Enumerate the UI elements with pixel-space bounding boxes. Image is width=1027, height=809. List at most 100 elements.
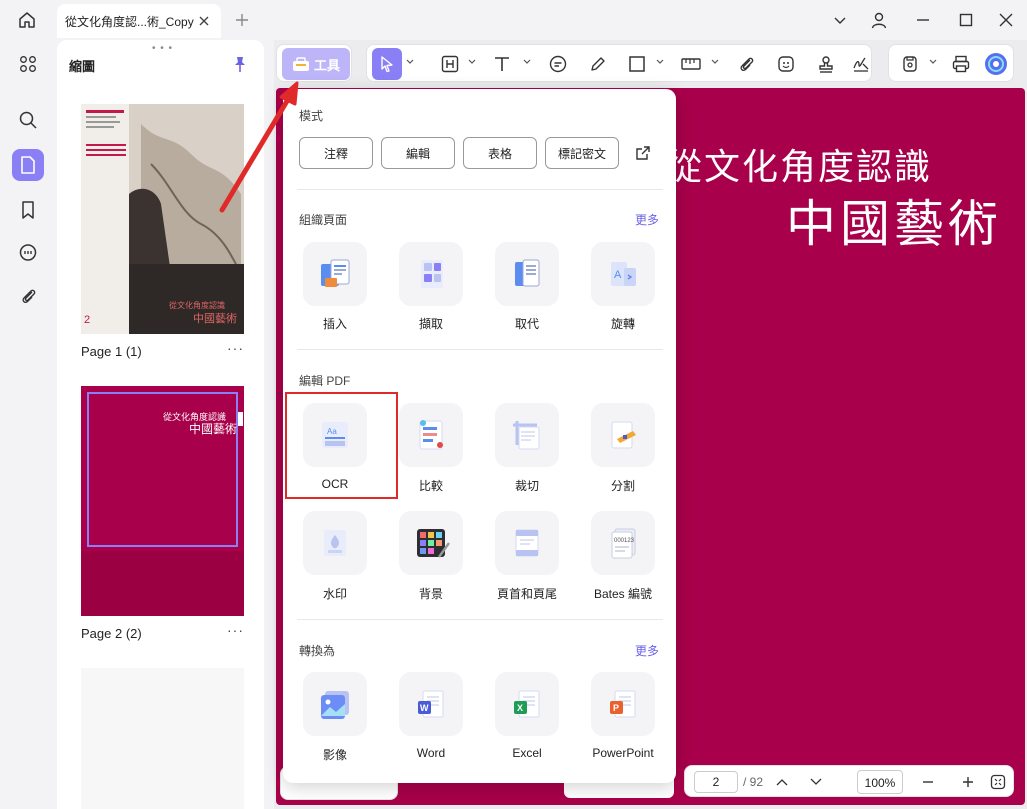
- convert-powerpoint-tile[interactable]: P: [591, 672, 655, 736]
- sticker-tool-button[interactable]: [773, 51, 799, 77]
- bookmark-icon: [22, 201, 34, 219]
- window-close-button[interactable]: [993, 8, 1019, 32]
- home-button[interactable]: [12, 7, 42, 33]
- tools-dropdown-panel: 模式 注釋 編輯 表格 標記密文 組織頁面 更多 插入 擷取 取代 A 旋轉 編…: [283, 89, 676, 783]
- measure-tool-caret[interactable]: [711, 58, 719, 66]
- ruler-icon: [681, 58, 701, 70]
- compare-tool-tile[interactable]: [399, 403, 463, 467]
- rail-apps-button[interactable]: [12, 48, 44, 80]
- insert-tool-label: 插入: [322, 317, 347, 331]
- sticker-icon: [778, 56, 794, 72]
- rotate-tool-tile[interactable]: A: [591, 242, 655, 306]
- maximize-icon: [959, 13, 973, 27]
- bates-tool-tile[interactable]: 000123: [591, 511, 655, 575]
- document-tab[interactable]: 從文化角度認...術_Copy: [57, 4, 221, 38]
- previous-page-button[interactable]: [773, 773, 791, 791]
- page-2-thumbnail[interactable]: 從文化角度認識 中國藝術: [81, 386, 244, 616]
- close-icon: [199, 16, 209, 26]
- crop-tool-tile[interactable]: [495, 403, 559, 467]
- compare-tool-label: 比較: [418, 479, 443, 493]
- insert-tool-tile[interactable]: [303, 242, 367, 306]
- paperclip-icon: [22, 289, 36, 304]
- split-tool-label: 分割: [610, 479, 635, 493]
- account-button[interactable]: [866, 8, 892, 32]
- panel-title: 縮圖: [69, 59, 96, 74]
- attach-tool-button[interactable]: [733, 51, 759, 77]
- zoom-in-button[interactable]: [959, 773, 977, 791]
- external-link-icon[interactable]: [633, 143, 653, 163]
- tools-button[interactable]: 工具: [282, 48, 350, 80]
- powerpoint-icon: P: [610, 690, 636, 718]
- split-tool-tile[interactable]: [591, 403, 655, 467]
- maximize-button[interactable]: [953, 8, 979, 32]
- page-number-input[interactable]: 2: [694, 771, 738, 793]
- ocr-tool-tile[interactable]: Aa: [303, 403, 367, 467]
- background-tool-tile[interactable]: [399, 511, 463, 575]
- background-icon: [417, 529, 450, 558]
- pin-icon[interactable]: [231, 55, 249, 73]
- cursor-icon: [381, 56, 393, 73]
- ai-assistant-button[interactable]: [983, 51, 1009, 77]
- rotate-pages-icon: A: [611, 262, 636, 286]
- shape-tool-button[interactable]: [624, 51, 650, 77]
- minimize-button[interactable]: [910, 8, 936, 32]
- zoom-level[interactable]: 100%: [857, 770, 903, 794]
- text-tool-caret[interactable]: [523, 58, 531, 66]
- highlight-tool-caret[interactable]: [468, 58, 476, 66]
- rail-search-button[interactable]: [12, 104, 44, 136]
- rail-attachments-button[interactable]: [12, 280, 44, 312]
- page-2-more-button[interactable]: ···: [227, 622, 244, 638]
- new-tab-button[interactable]: [232, 10, 252, 30]
- mode-redact-button[interactable]: 標記密文: [545, 137, 619, 169]
- divider: [297, 619, 663, 620]
- text-tool-button[interactable]: [489, 51, 515, 77]
- chevron-down-icon: [656, 59, 664, 64]
- next-page-button[interactable]: [807, 773, 825, 791]
- replace-tool-tile[interactable]: [495, 242, 559, 306]
- convert-image-tile[interactable]: [303, 672, 367, 736]
- convert-word-tile[interactable]: W: [399, 672, 463, 736]
- chevron-down-icon: [834, 17, 846, 24]
- stamp-tool-button[interactable]: [813, 51, 839, 77]
- rail-thumbnails-button[interactable]: [12, 149, 44, 181]
- rail-comments-button[interactable]: [12, 237, 44, 269]
- tabs-dropdown-button[interactable]: [827, 8, 853, 32]
- search-icon: [19, 111, 37, 129]
- compare-icon: [419, 420, 443, 450]
- save-button[interactable]: [897, 51, 923, 77]
- highlight-tool-button[interactable]: [437, 51, 463, 77]
- ai-assistant-icon: [985, 53, 1007, 75]
- measure-tool-button[interactable]: [678, 51, 704, 77]
- select-tool-button[interactable]: [372, 48, 402, 80]
- svg-text:000123: 000123: [614, 538, 635, 544]
- signature-tool-button[interactable]: [848, 51, 874, 77]
- watermark-tool-tile[interactable]: [303, 511, 367, 575]
- paperclip-icon: [740, 57, 754, 72]
- page-title: 中國藝術: [786, 196, 1002, 252]
- comment-tool-button[interactable]: [545, 51, 571, 77]
- page-1-more-button[interactable]: ···: [227, 340, 244, 356]
- convert-more-link[interactable]: 更多: [635, 642, 659, 659]
- rail-bookmarks-button[interactable]: [12, 194, 44, 226]
- header-footer-tool-tile[interactable]: [495, 511, 559, 575]
- extract-tool-tile[interactable]: [399, 242, 463, 306]
- convert-excel-tile[interactable]: X: [495, 672, 559, 736]
- panel-resize-grip[interactable]: • • •: [152, 43, 173, 54]
- mode-comment-button[interactable]: 注釋: [299, 137, 373, 169]
- zoom-out-button[interactable]: [919, 773, 937, 791]
- select-tool-caret[interactable]: [406, 58, 414, 66]
- pen-tool-button[interactable]: [585, 51, 611, 77]
- mode-form-button[interactable]: 表格: [463, 137, 537, 169]
- shape-tool-caret[interactable]: [656, 58, 664, 66]
- save-caret[interactable]: [929, 58, 937, 66]
- page-1-thumbnail[interactable]: 2 從文化角度認識 中國藝術: [81, 104, 244, 334]
- watermark-tool-label: 水印: [322, 587, 347, 601]
- print-button[interactable]: [948, 51, 974, 77]
- tab-title: 從文化角度認...術_Copy: [65, 14, 194, 29]
- fit-page-button[interactable]: [989, 773, 1007, 791]
- organize-more-link[interactable]: 更多: [635, 211, 659, 228]
- tab-close-button[interactable]: [195, 12, 213, 30]
- mode-edit-button[interactable]: 編輯: [381, 137, 455, 169]
- page-3-thumbnail[interactable]: [81, 668, 244, 809]
- plus-icon: [963, 777, 973, 787]
